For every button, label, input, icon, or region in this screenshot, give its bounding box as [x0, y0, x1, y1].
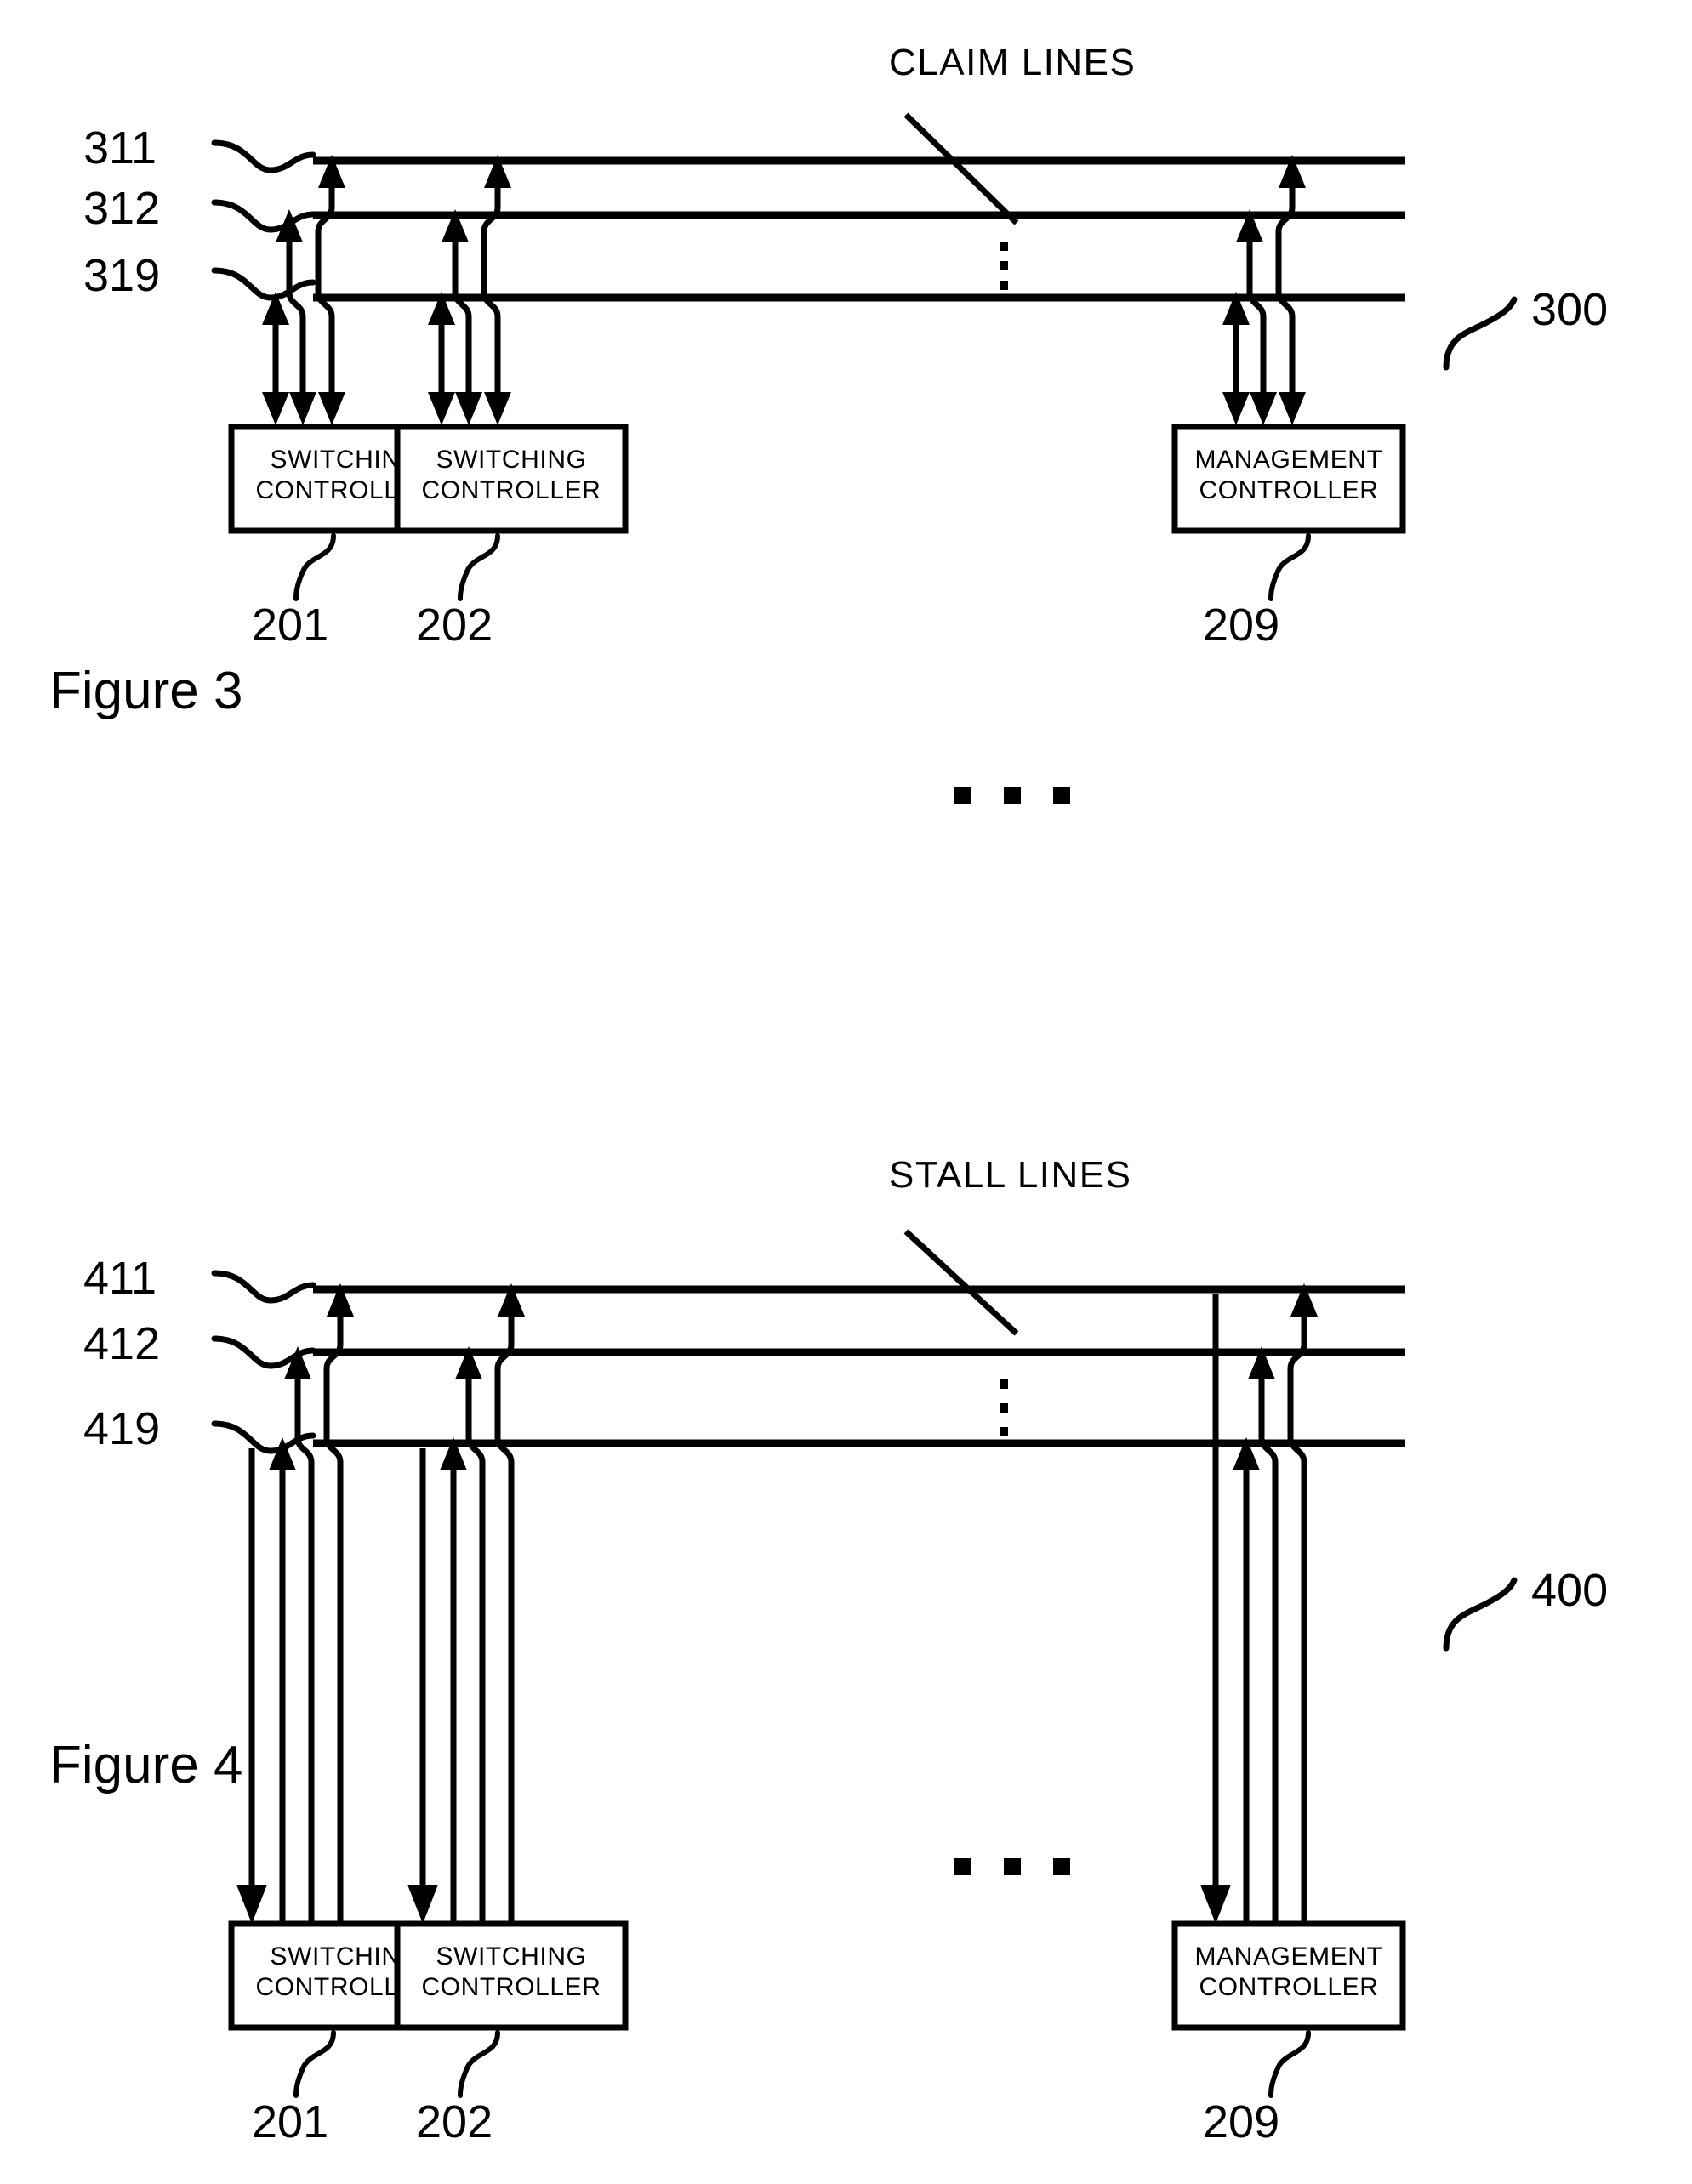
figure-4-vertical-ellipsis: [1000, 1379, 1008, 1436]
bus-ref-312: 312: [83, 183, 160, 234]
block-202-line1-fig4: SWITCHING: [436, 1942, 586, 1971]
bus-ref-411: 411: [83, 1253, 157, 1304]
patent-drawing-sheet: Figure 3 CLAIM LINES 311 312 319 300 SWI…: [0, 0, 1692, 2184]
figure-3-block-202[interactable]: SWITCHING CONTROLLER: [394, 424, 629, 534]
figure-3-block-209[interactable]: MANAGEMENT CONTROLLER: [1171, 424, 1406, 534]
figure-4-block-202[interactable]: SWITCHING CONTROLLER: [394, 1920, 629, 2031]
block-209-line1-fig4: MANAGEMENT: [1194, 1942, 1382, 1971]
block-ref-201-fig3: 201: [252, 600, 328, 651]
claim-lines-label: CLAIM LINES: [889, 42, 1136, 83]
block-202-line2-fig4: CONTROLLER: [421, 1973, 601, 2001]
block-ref-202-fig4: 202: [416, 2096, 493, 2147]
block-ref-209-fig3: 209: [1203, 600, 1279, 651]
block-ref-209-fig4: 209: [1203, 2096, 1279, 2147]
block-209-line2: CONTROLLER: [1199, 476, 1378, 504]
figure-3-caption: Figure 3: [49, 662, 242, 720]
figure-3-vertical-ellipsis: [1000, 242, 1008, 290]
figure-4-system-ref: 400: [1531, 1565, 1608, 1616]
figure-4-caption: Figure 4: [49, 1736, 242, 1794]
block-ref-202-fig3: 202: [416, 600, 493, 651]
block-209-line2-fig4: CONTROLLER: [1199, 1973, 1378, 2001]
bus-ref-419: 419: [83, 1403, 160, 1454]
bus-ref-319: 319: [83, 250, 160, 301]
stall-lines-label: STALL LINES: [889, 1154, 1132, 1196]
block-ref-201-fig4: 201: [252, 2096, 328, 2147]
bus-ref-311: 311: [83, 122, 157, 173]
block-202-line2: CONTROLLER: [421, 476, 601, 504]
figure-3-system-ref: 300: [1531, 284, 1608, 335]
figure-4-block-209[interactable]: MANAGEMENT CONTROLLER: [1171, 1920, 1406, 2031]
bus-ref-412: 412: [83, 1318, 160, 1369]
block-202-line1: SWITCHING: [436, 446, 586, 474]
block-209-line1: MANAGEMENT: [1194, 446, 1382, 474]
